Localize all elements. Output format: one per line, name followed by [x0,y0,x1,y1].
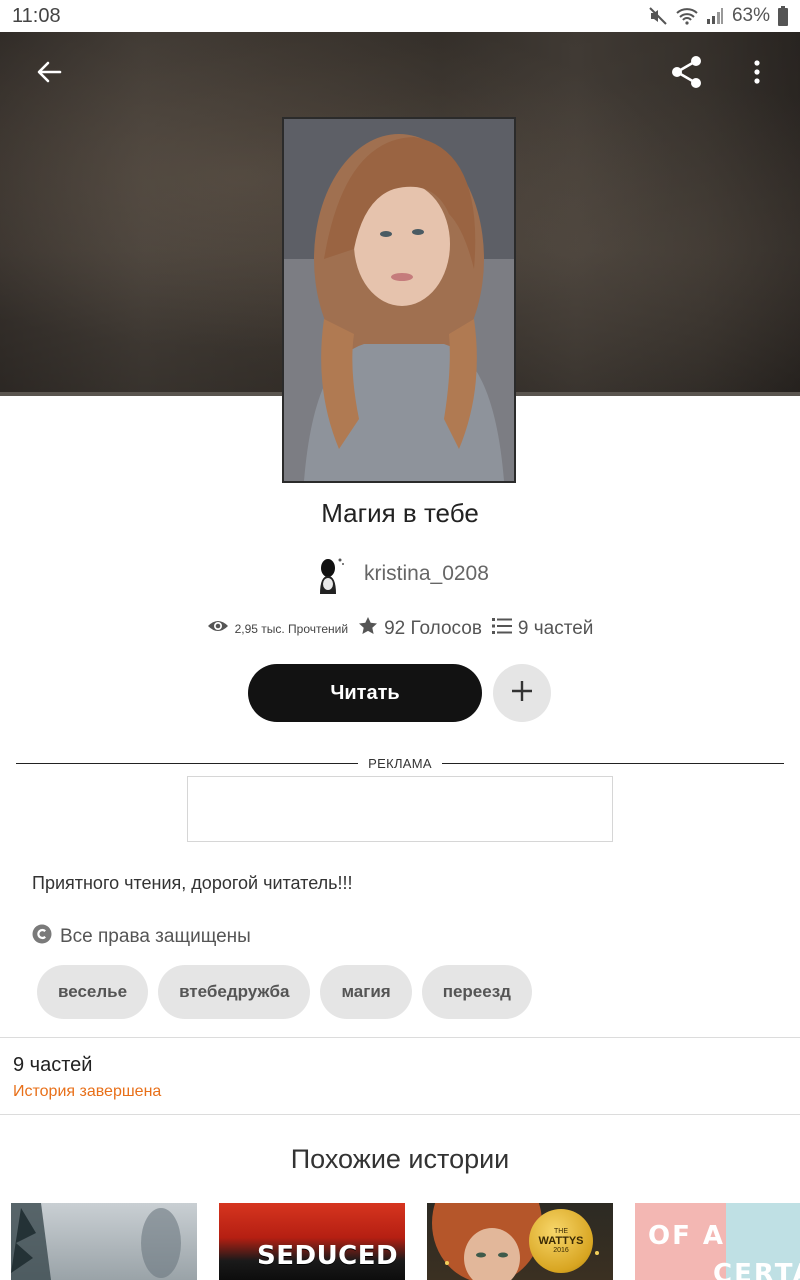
tag-chip[interactable]: магия [320,965,412,1019]
reads-count: 2,95 тыс. Прочтений [234,621,349,636]
status-time: 11:08 [12,4,61,27]
more-vert-icon [753,59,761,89]
similar-story-title: OF A [648,1221,726,1251]
battery-percent: 63% [731,5,770,26]
ad-divider: РЕКЛАМА [16,754,784,774]
wifi-icon [676,6,698,26]
more-options-button[interactable] [733,50,781,98]
book-cover[interactable] [282,117,516,483]
author-name: kristina_0208 [364,562,489,585]
completion-status: История завершена [13,1083,162,1100]
table-of-contents-row[interactable]: 9 частей История завершена [13,1054,161,1101]
ad-slot[interactable] [187,776,613,842]
eye-icon [207,618,229,639]
battery-icon [778,6,788,26]
wattys-badge: THE WATTYS 2016 [529,1209,593,1273]
share-button[interactable] [663,50,711,98]
similar-story-cover[interactable]: OF A CERTAIN [635,1203,800,1280]
story-stats: 2,95 тыс. Прочтений 92 Голосов 9 частей [0,616,800,641]
votes-count: 92 Голосов [384,617,482,639]
author-avatar [310,554,350,594]
author-link[interactable]: kristina_0208 [310,552,489,596]
tag-chip[interactable]: втебедружба [158,965,311,1019]
back-button[interactable] [25,50,73,98]
similar-story-cover[interactable]: THE WATTYS 2016 [427,1203,613,1280]
plus-icon [510,679,534,708]
status-icons: 63% [648,5,788,27]
book-title: Магия в тебе [321,498,479,528]
parts-summary-count: 9 частей [13,1054,93,1076]
list-icon [491,617,512,640]
tag-list: веселье втебедружба магия переезд [37,965,532,1019]
read-button[interactable]: Читать [248,664,482,722]
copyright-label: Все права защищены [60,925,251,947]
parts-stat: 9 частей [491,617,594,640]
mute-icon [648,6,668,26]
copyright-icon [32,924,52,949]
share-icon [669,54,705,95]
similar-story-cover[interactable]: SEDUCED [219,1203,405,1280]
back-arrow-icon [36,59,62,90]
similar-story-title: SEDUCED [257,1241,399,1271]
tag-chip[interactable]: веселье [37,965,149,1019]
signal-icon [706,7,724,25]
star-icon [358,616,378,641]
reads-stat: 2,95 тыс. Прочтений [207,618,349,639]
similar-stories-heading: Похожие истории [290,1144,510,1174]
ad-label: РЕКЛАМА [368,756,432,771]
status-bar: 11:08 63% [0,0,800,32]
similar-story-title-line2: CERTAIN [713,1259,800,1280]
divider [0,1037,800,1038]
copyright-row: Все права защищены [32,924,251,949]
add-to-library-button[interactable] [493,664,551,722]
divider [0,1114,800,1115]
similar-stories-carousel: SEDUCED THE WATTYS 2016 OF A CERTAIN [11,1203,800,1280]
parts-count: 9 частей [517,617,594,639]
votes-stat: 92 Голосов [358,616,482,641]
similar-story-cover[interactable] [11,1203,197,1280]
story-description: Приятного чтения, дорогой читатель!!! [32,873,353,893]
tag-chip[interactable]: переезд [421,965,532,1019]
